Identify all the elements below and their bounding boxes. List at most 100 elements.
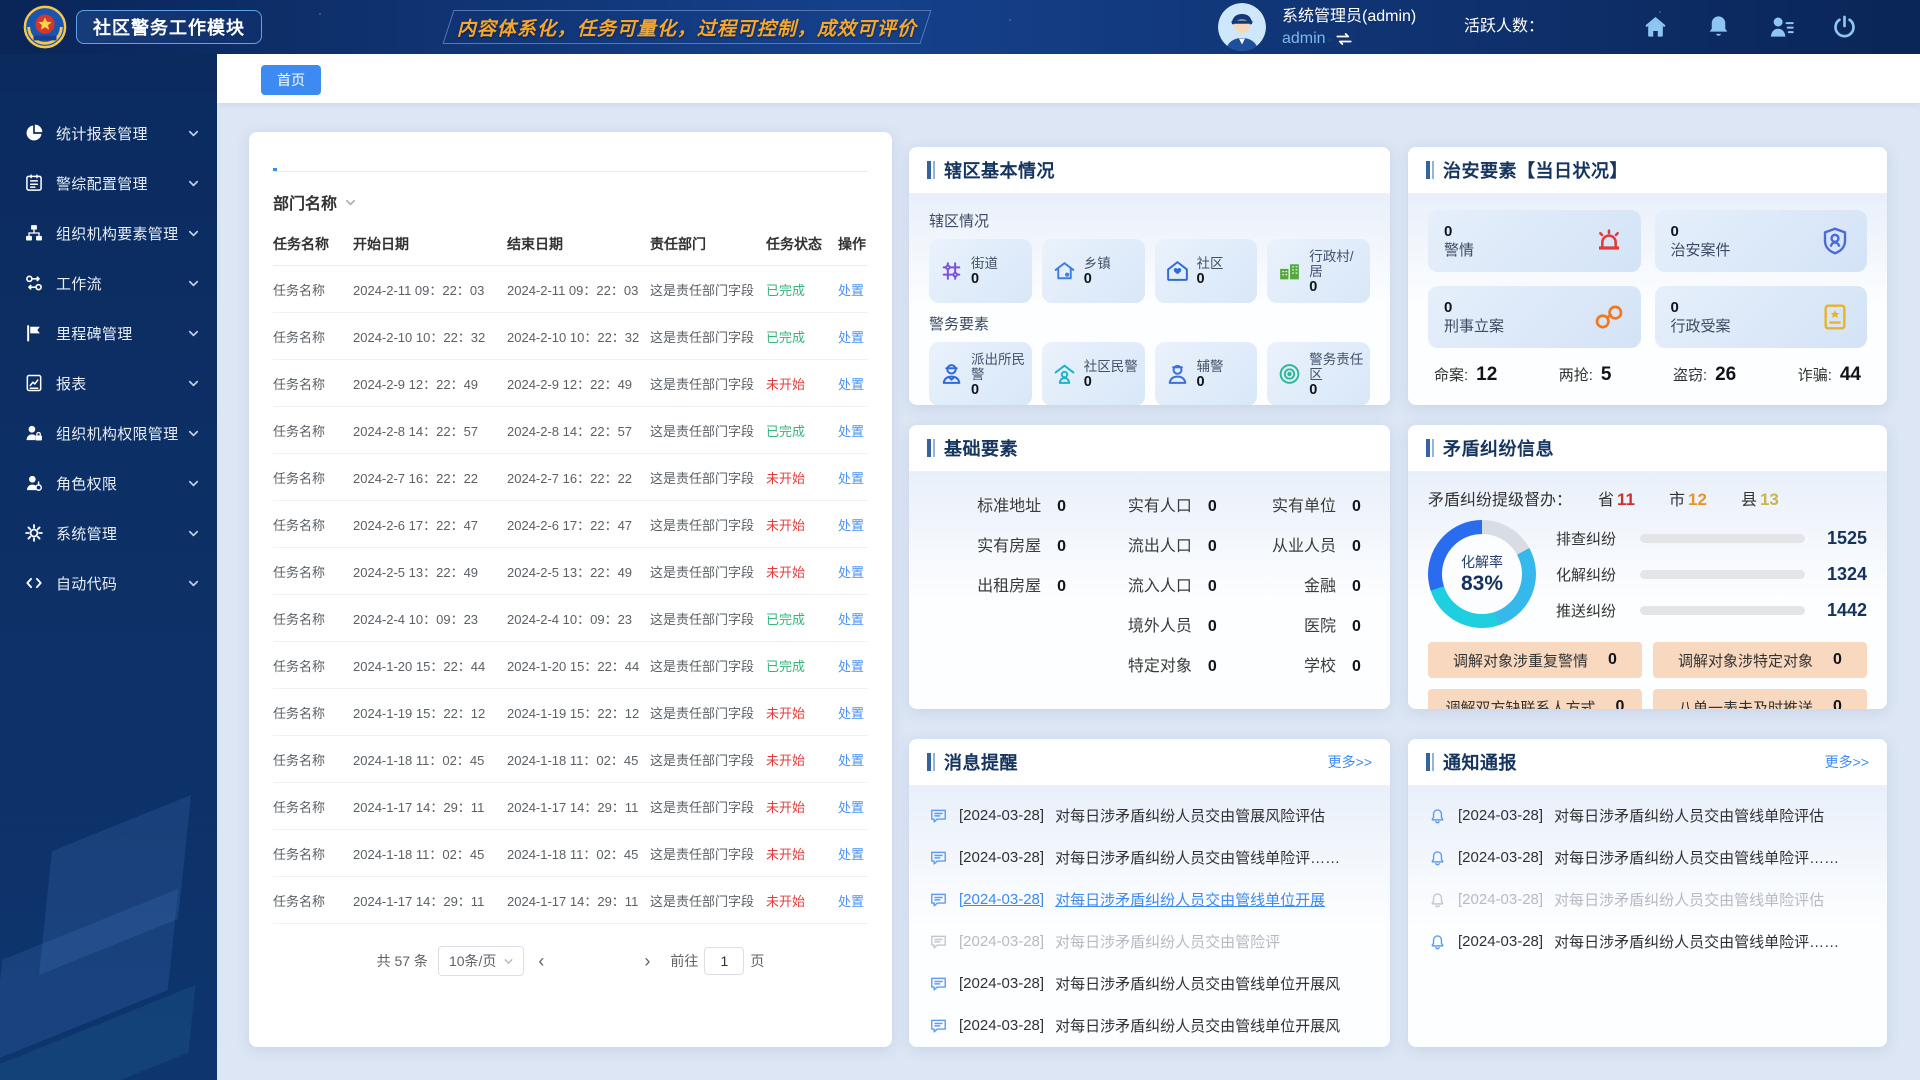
topbar: 首页 [217,54,1920,103]
security-tile[interactable]: 0 警情 [1428,210,1641,272]
notice-item[interactable]: [2024-03-28] 对每日涉矛盾纠纷人员交由管线单险评…… [1428,836,1867,878]
more-link[interactable]: 更多>> [1328,752,1372,772]
message-date: [2024-03-28] [959,975,1044,992]
button-value: 0 [1833,698,1842,709]
sidebar-item[interactable]: 报表 [0,358,217,408]
notice-item[interactable]: [2024-03-28] 对每日涉矛盾纠纷人员交由管线单险评估 [1428,878,1867,920]
department-filter-label[interactable]: 部门名称 [273,190,337,214]
handle-link[interactable]: 处置 [838,609,868,628]
tile-label: 街道 [971,256,1026,271]
chevron-down-icon [186,526,201,541]
handle-link[interactable]: 处置 [838,750,868,769]
task-end-date: 2024-1-18 11：02：45 [507,750,650,769]
stat-tile[interactable]: 派出所民警 0 [929,342,1032,405]
stat-tile[interactable]: 乡镇 0 [1042,239,1145,303]
bell-icon[interactable] [1705,13,1732,40]
stat-tile[interactable]: 辅警 0 [1155,342,1258,405]
sidebar-item-label: 统计报表管理 [56,123,148,144]
message-item[interactable]: [2024-03-28] 对每日涉矛盾纠纷人员交由管线单位开展 [929,878,1370,920]
stat-tile[interactable]: 行政村/居 0 [1267,239,1370,303]
home-icon[interactable] [1642,13,1669,40]
notice-item[interactable]: [2024-03-28] 对每日涉矛盾纠纷人员交由管线单险评估 [1428,794,1867,836]
home-tab-button[interactable]: 首页 [261,65,321,95]
stat-tile[interactable]: 警务责任区 0 [1267,342,1370,405]
sidebar-item[interactable]: 组织机构权限管理 [0,408,217,458]
area-target-icon [1277,362,1302,387]
task-tab[interactable] [309,142,313,171]
message-item[interactable]: [2024-03-28] 对每日涉矛盾纠纷人员交由管险评 [929,920,1370,962]
handle-link[interactable]: 处置 [838,844,868,863]
shield-icon [1819,225,1851,257]
handle-link[interactable]: 处置 [838,280,868,299]
basic-stat: 从业人员 0 [1230,532,1364,572]
stat-tile[interactable]: 街道 0 [929,239,1032,303]
sidebar-item[interactable]: 里程碑管理 [0,308,217,358]
next-page-button[interactable]: › [640,952,654,970]
dispute-action-button[interactable]: 调解双方缺联系人方式 0 [1428,689,1642,709]
chevron-down-icon[interactable] [343,195,358,210]
page-size-select[interactable]: 10条/页 [438,946,524,976]
message-item[interactable]: [2024-03-28] 对每日涉矛盾纠纷人员交由管线单位开展风 [929,962,1370,1004]
task-status-badge: 已完成 [766,327,838,346]
sidebar-item[interactable]: 警综配置管理 [0,158,217,208]
dispute-action-button[interactable]: 调解对象涉重复警情 0 [1428,642,1642,678]
task-tab[interactable] [273,142,277,171]
bar-value: 1525 [1815,528,1867,549]
handle-link[interactable]: 处置 [838,656,868,675]
sidebar-item[interactable]: 系统管理 [0,508,217,558]
handle-link[interactable]: 处置 [838,562,868,581]
task-department: 这是责任部门字段 [650,421,766,440]
total-count: 共 57 条 [377,951,428,971]
goto-page-input[interactable] [704,947,744,975]
security-tile[interactable]: 0 行政受案 [1655,286,1868,348]
sidebar-item[interactable]: 统计报表管理 [0,108,217,158]
power-icon[interactable] [1831,13,1858,40]
stat-tile[interactable]: 社区民警 0 [1042,342,1145,405]
task-name: 任务名称 [273,280,353,299]
sidebar-item[interactable]: 自动代码 [0,558,217,608]
handle-link[interactable]: 处置 [838,374,868,393]
security-tile[interactable]: 0 刑事立案 [1428,286,1641,348]
handle-link[interactable]: 处置 [838,891,868,910]
notices-panel: 通知通报 更多>> [2024-03-28] 对每日涉矛盾纠纷人员交由管线单险评… [1408,739,1887,1047]
handle-link[interactable]: 处置 [838,515,868,534]
stat-label: 实有房屋 [977,532,1041,556]
swap-icon[interactable] [1334,29,1354,49]
gear-icon [24,523,44,543]
task-tab[interactable] [345,142,349,171]
sidebar-item[interactable]: 角色权限 [0,458,217,508]
table-header-row: 任务名称 开始日期 结束日期 责任部门 任务状态 操作 [273,222,868,266]
message-item[interactable]: [2024-03-28] 对每日涉矛盾纠纷人员交由管线单位开展风 [929,1004,1370,1046]
task-tab[interactable] [381,142,385,171]
task-status-badge: 未开始 [766,468,838,487]
avatar-icon[interactable] [1218,3,1266,51]
security-tile[interactable]: 0 治安案件 [1655,210,1868,272]
message-item[interactable]: [2024-03-28] 对每日涉矛盾纠纷人员交由管线单险评…… [929,836,1370,878]
handle-link[interactable]: 处置 [838,703,868,722]
task-start-date: 2024-2-6 17：22：47 [353,515,507,534]
dispute-action-button[interactable]: 调解对象涉特定对象 0 [1653,642,1867,678]
sidebar-item-label: 组织机构权限管理 [56,423,178,444]
tile-label: 社区民警 [1084,359,1139,374]
dispute-action-button[interactable]: 八单一表未及时推送 0 [1653,689,1867,709]
handle-link[interactable]: 处置 [838,421,868,440]
notice-item[interactable]: [2024-03-28] 对每日涉矛盾纠纷人员交由管线单险评…… [1428,920,1867,962]
more-link[interactable]: 更多>> [1825,752,1869,772]
prev-page-button[interactable]: ‹ [534,952,548,970]
sidebar-item[interactable]: 组织机构要素管理 [0,208,217,258]
message-item[interactable]: [2024-03-28] 对每日涉矛盾纠纷人员交由管展风险评估 [929,794,1370,836]
chevron-down-icon [186,176,201,191]
stat-tile[interactable]: 社区 0 [1155,239,1258,303]
handle-link[interactable]: 处置 [838,797,868,816]
tasks-panel: 部门名称 任务名称 开始日期 结束日期 责任部门 任务状态 操作 任务名称 20… [249,132,892,1047]
donut-label: 化解率 [1461,552,1503,572]
stat-value: 13 [1760,490,1779,510]
notice-date: [2024-03-28] [1458,849,1543,866]
users-icon[interactable] [1768,13,1795,40]
handle-link[interactable]: 处置 [838,327,868,346]
task-name: 任务名称 [273,891,353,910]
title-marker [927,161,935,179]
handle-link[interactable]: 处置 [838,468,868,487]
bar-track [1640,570,1805,579]
sidebar-item[interactable]: 工作流 [0,258,217,308]
